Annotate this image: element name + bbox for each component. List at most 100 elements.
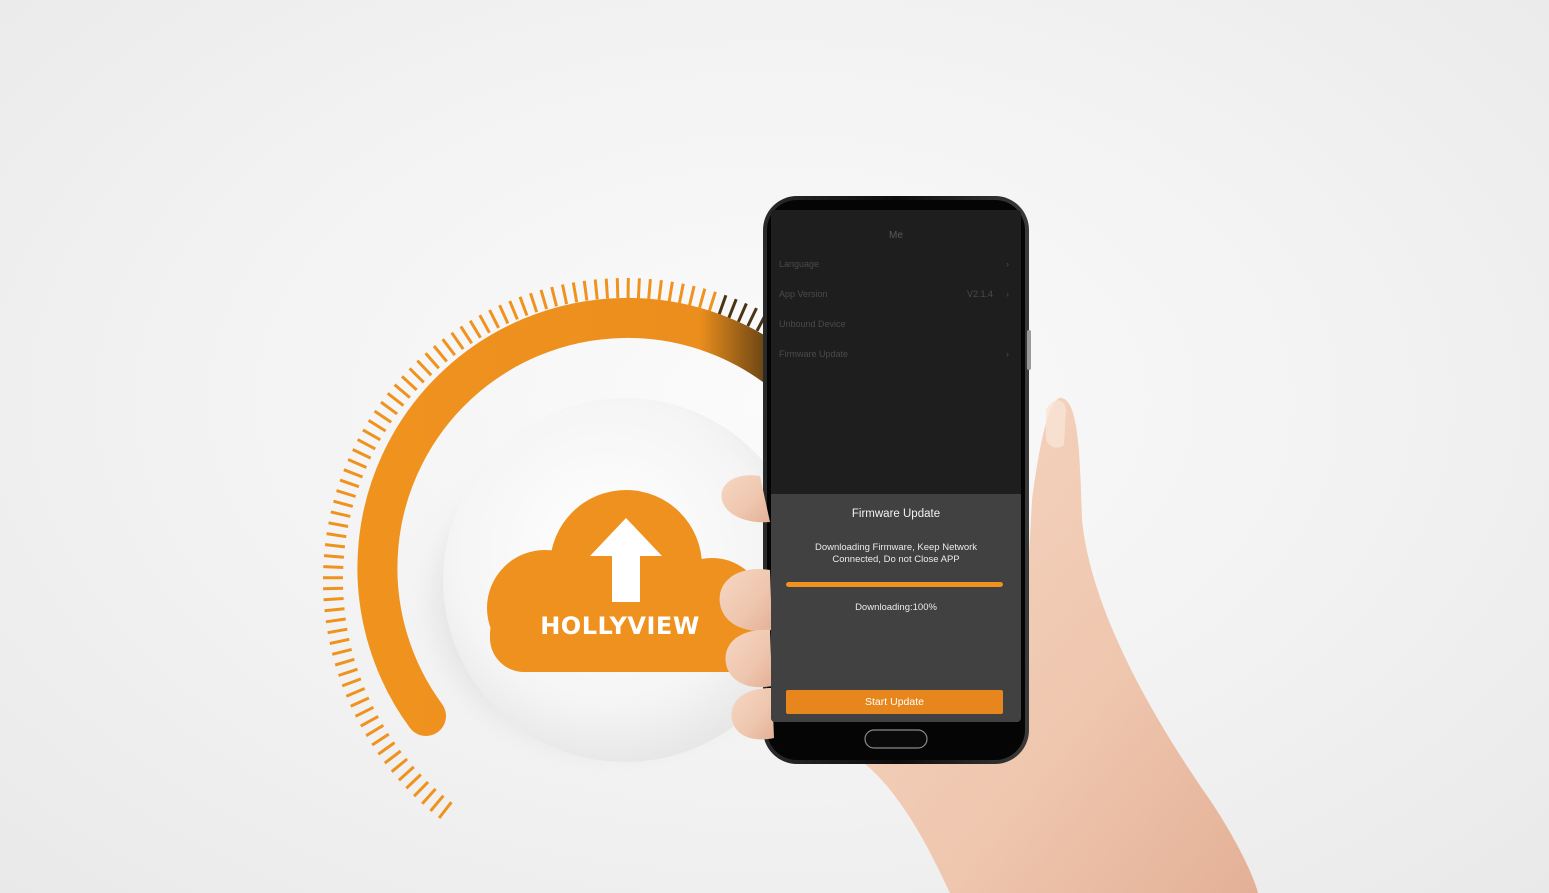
gauge-tick	[488, 309, 500, 329]
gauge-tick	[508, 300, 519, 320]
gauge-tick	[405, 773, 422, 790]
download-progress-bar	[786, 582, 1003, 587]
gauge-tick	[323, 554, 345, 559]
gauge-tick	[604, 278, 609, 299]
menu-item-label: Unbound Device	[779, 319, 846, 329]
gauge-tick	[373, 409, 393, 424]
gauge-tick	[325, 617, 346, 624]
gauge-tick	[345, 687, 366, 698]
gauge-tick	[331, 647, 353, 656]
home-button[interactable]	[864, 729, 928, 749]
gauge-tick	[324, 543, 346, 549]
gauge-tick	[365, 724, 385, 737]
thumbnail	[1046, 400, 1066, 448]
gauge-tick	[571, 282, 579, 303]
gauge-tick	[323, 597, 344, 602]
phone-screen: Me Language › App Version V2.1.4 › Unbou…	[771, 210, 1021, 722]
gauge-tick	[437, 801, 453, 819]
gauge-tick	[727, 298, 738, 319]
gauge-tick	[441, 338, 456, 357]
gauge-tick	[593, 279, 599, 300]
gauge-tick	[737, 302, 748, 323]
gauge-tick	[336, 489, 357, 498]
gauge-tick	[323, 565, 344, 569]
gauge-tick	[432, 345, 448, 363]
start-update-button[interactable]: Start Update	[786, 690, 1003, 714]
progress-fill	[786, 582, 1003, 587]
gauge-tick	[450, 331, 465, 350]
gauge-tick	[582, 280, 589, 301]
gauge-tick	[413, 780, 430, 798]
gauge-tick	[408, 367, 425, 384]
gauge-tick	[338, 667, 358, 677]
gauge-tick	[380, 400, 398, 416]
gauge-tick	[367, 419, 387, 433]
gauge-tick	[717, 294, 728, 315]
gauge-tick	[350, 696, 370, 708]
gauge-tick	[356, 438, 376, 451]
gauge-tick	[707, 291, 717, 312]
gauge-tick	[371, 732, 390, 747]
gauge-tick	[529, 292, 539, 313]
gauge-tick	[343, 468, 364, 479]
gauge-tick	[657, 280, 663, 301]
gauge-tick	[341, 677, 362, 688]
gauge-tick	[390, 757, 409, 773]
gauge-tick	[347, 458, 368, 469]
gauge-tick	[746, 307, 758, 327]
gauge-tick	[539, 289, 549, 310]
gauge-tick	[498, 304, 510, 325]
gauge-tick	[327, 627, 348, 635]
menu-item-label: App Version	[779, 289, 828, 299]
gauge-tick	[362, 428, 382, 442]
gauge-tick	[323, 586, 344, 591]
side-button	[1027, 330, 1031, 370]
menu-item-value: V2.1.4	[966, 289, 993, 299]
gauge-tick	[615, 278, 620, 299]
dialog-title: Firmware Update	[851, 508, 941, 520]
gauge-tick	[359, 715, 379, 728]
gauge-tick	[698, 288, 707, 309]
gauge-tick	[550, 286, 558, 307]
gauge-tick	[334, 657, 355, 667]
menu-item-unbound-device[interactable]: Unbound Device	[779, 315, 1009, 333]
gauge-tick	[333, 499, 354, 508]
gauge-tick	[647, 278, 652, 300]
gauge-tick	[478, 314, 491, 334]
menu-item-app-version[interactable]: App Version V2.1.4 ›	[779, 285, 1009, 303]
gauge-tick	[518, 296, 529, 317]
chevron-right-icon: ›	[1006, 349, 1009, 359]
gauge-tick	[468, 319, 482, 339]
gauge-tick	[354, 705, 375, 718]
gauge-tick	[688, 285, 696, 306]
firmware-update-dialog: Firmware Update Downloading Firmware, Ke…	[771, 494, 1021, 722]
menu-item-label: Language	[779, 259, 820, 269]
gauge-tick	[393, 383, 411, 399]
gauge-tick	[400, 375, 418, 392]
menu-item-language[interactable]: Language ›	[779, 255, 1009, 273]
gauge-tick	[326, 532, 347, 539]
app-header-title: Me	[889, 230, 903, 241]
gauge-tick	[421, 787, 437, 805]
gauge-tick	[636, 278, 641, 299]
gauge-tick	[386, 392, 405, 407]
chevron-right-icon: ›	[1006, 259, 1009, 269]
progress-label: Downloading:100%	[855, 602, 937, 613]
menu-item-label: Firmware Update	[779, 349, 849, 359]
gauge-tick	[328, 521, 349, 528]
chevron-right-icon: ›	[1006, 289, 1009, 299]
gauge-tick	[561, 284, 569, 305]
gauge-tick	[677, 283, 685, 304]
gauge-tick	[377, 741, 396, 756]
brand-logo-text: HOLLYVIEW	[540, 612, 700, 640]
gauge-tick	[667, 281, 674, 302]
gauge-tick	[330, 510, 351, 518]
gauge-tick	[459, 325, 473, 345]
gauge-tick	[429, 794, 445, 812]
dialog-message: Downloading Firmware, Keep Network Conne…	[814, 542, 978, 565]
gauge-tick	[424, 352, 440, 370]
gauge-tick	[329, 637, 350, 645]
gauge-tick	[383, 749, 402, 765]
menu-item-firmware-update[interactable]: Firmware Update ›	[779, 345, 1009, 363]
gauge-tick	[416, 359, 433, 377]
